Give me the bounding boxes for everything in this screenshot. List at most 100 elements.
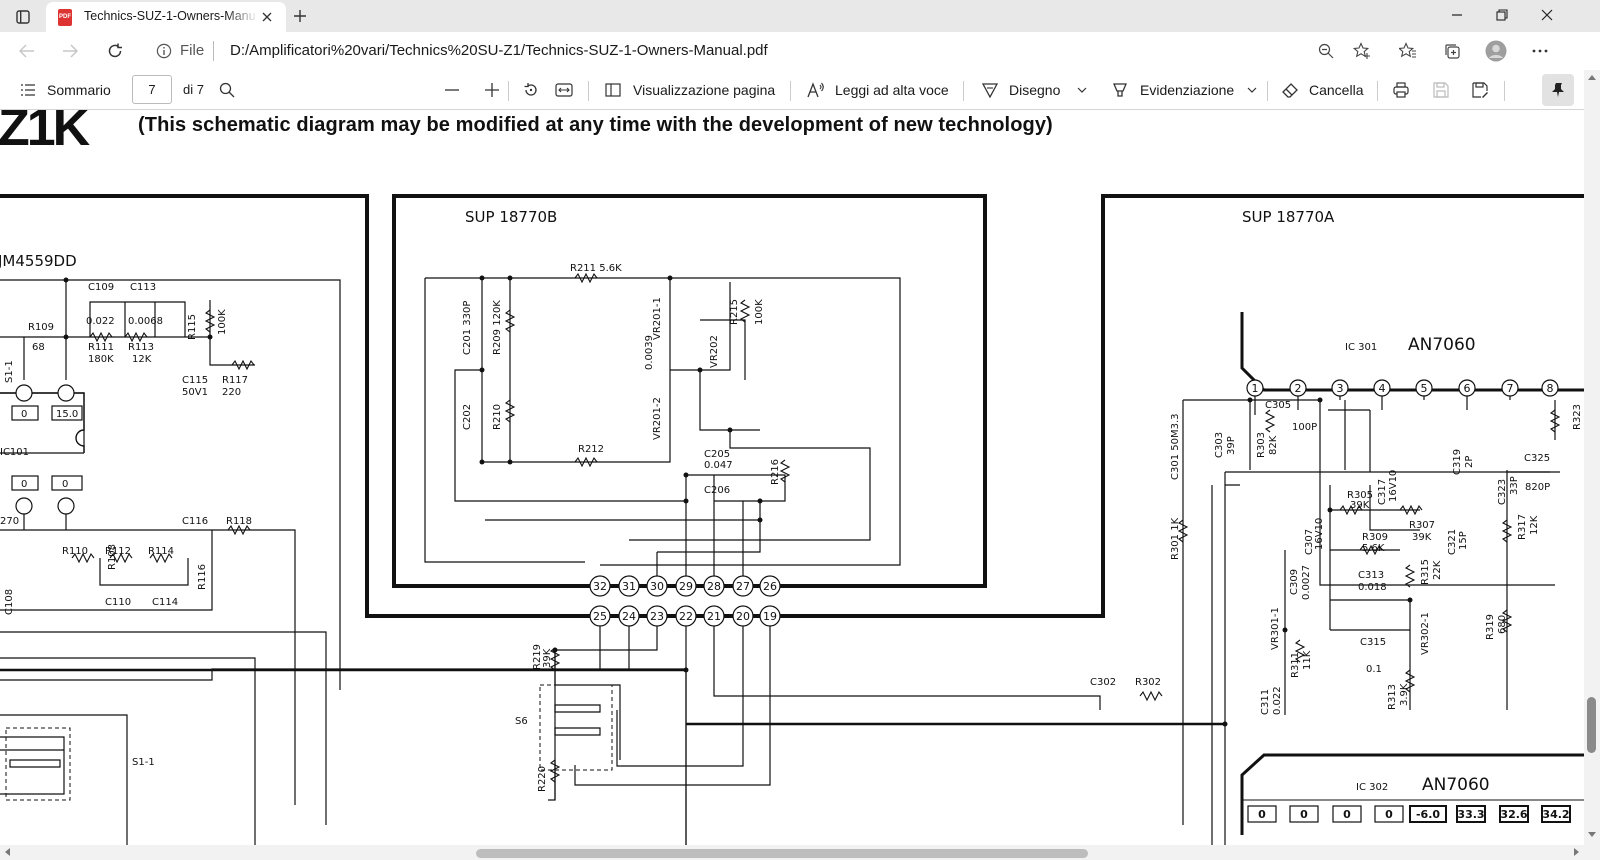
page-view-icon[interactable] <box>604 81 622 99</box>
minimize-icon[interactable] <box>1445 5 1469 25</box>
component-label: C113 <box>130 282 156 293</box>
save-icon[interactable] <box>1432 81 1450 99</box>
ic301-part: AN7060 <box>1408 335 1476 355</box>
info-icon[interactable] <box>155 42 173 60</box>
url-text[interactable]: D:/Amplificatori%20vari/Technics%20SU-Z1… <box>230 42 768 59</box>
tab-pdf[interactable]: PDF Technics-SUZ-1-Owners-Manual.pdf <box>46 2 286 32</box>
reload-icon[interactable] <box>104 40 126 62</box>
toolbar-divider <box>790 81 791 101</box>
new-tab-icon[interactable] <box>290 6 310 26</box>
close-tab-icon[interactable] <box>258 8 276 26</box>
eraser-icon[interactable] <box>1281 81 1299 99</box>
pin-icon[interactable] <box>1549 81 1567 99</box>
component-label: R215 <box>729 299 740 325</box>
component-label: R309 <box>1362 532 1388 543</box>
tab-strip: PDF Technics-SUZ-1-Owners-Manual.pdf <box>0 0 1600 32</box>
zoom-in-page-icon[interactable] <box>483 81 501 99</box>
highlight-button[interactable]: Evidenziazione <box>1140 82 1234 98</box>
component-label: 0.0027 <box>1301 565 1312 600</box>
component-label: 0 <box>21 409 27 420</box>
component-label: 0.0039 <box>644 335 655 370</box>
draw-icon[interactable] <box>981 81 999 99</box>
ic301-pin: 2 <box>1295 382 1302 395</box>
ic301-pin: 1 <box>1252 382 1259 395</box>
fit-width-icon[interactable] <box>554 81 574 99</box>
rotate-icon[interactable] <box>522 81 540 99</box>
component-label: 100K <box>217 309 228 335</box>
more-options-icon[interactable] <box>1529 41 1551 61</box>
component-label: C110 <box>105 597 131 608</box>
component-label: R115 <box>187 314 198 340</box>
component-label: 16V10 <box>1314 518 1325 550</box>
highlight-dropdown-chevron-down-icon[interactable] <box>1245 83 1259 97</box>
scroll-left-icon[interactable] <box>2 847 12 857</box>
add-favorite-icon[interactable] <box>1351 40 1373 62</box>
component-label: R118 <box>226 516 252 527</box>
back-icon[interactable] <box>16 41 38 61</box>
close-window-icon[interactable] <box>1535 5 1559 25</box>
left-ic-label: JM4559DD <box>0 252 77 270</box>
draw-dropdown-chevron-down-icon[interactable] <box>1075 83 1089 97</box>
component-label: S1-1 <box>4 360 15 383</box>
component-label: 0 <box>62 479 68 490</box>
horizontal-scrollbar-thumb[interactable] <box>476 849 1088 858</box>
read-aloud-icon[interactable] <box>806 81 826 99</box>
page-view-button[interactable]: Visualizzazione pagina <box>633 82 775 98</box>
read-aloud-button[interactable]: Leggi ad alta voce <box>835 82 949 98</box>
page-number-input[interactable]: 7 <box>132 75 172 104</box>
ic302-ref: IC 302 <box>1356 782 1388 793</box>
component-label: 2P <box>1464 456 1475 468</box>
component-label: R301 1K <box>1170 517 1181 560</box>
scroll-right-icon[interactable] <box>1572 847 1582 857</box>
component-label: S6 <box>515 716 528 727</box>
draw-button[interactable]: Disegno <box>1009 82 1060 98</box>
component-label: C109 <box>88 282 114 293</box>
find-icon[interactable] <box>218 81 236 99</box>
contents-icon[interactable] <box>19 82 37 98</box>
component-label: C115 <box>182 375 208 386</box>
highlight-icon[interactable] <box>1111 81 1129 99</box>
pin-label: 22 <box>679 610 693 623</box>
component-label: 0.018 <box>1358 582 1387 593</box>
component-label: 3.9K <box>1399 683 1410 706</box>
tab-actions-icon[interactable] <box>13 7 33 27</box>
component-label: R212 <box>578 444 604 455</box>
pdf-toolbar: Sommario 7 di 7 Visualizzazione pagina L… <box>0 70 1600 110</box>
address-bar-row: File D:/Amplificatori%20vari/Technics%20… <box>0 32 1600 70</box>
contents-button[interactable]: Sommario <box>47 82 111 98</box>
component-label: 15.0 <box>56 409 78 420</box>
forward-icon[interactable] <box>59 41 81 61</box>
vertical-scrollbar-thumb[interactable] <box>1587 697 1596 753</box>
favorites-icon[interactable] <box>1397 40 1419 62</box>
pin-label: 20 <box>736 610 750 623</box>
component-label: R111 <box>88 342 114 353</box>
ic302-value: 0 <box>1258 808 1266 821</box>
component-label: C315 <box>1360 637 1386 648</box>
component-label: 100K <box>754 299 765 325</box>
component-label: 5.6K <box>1362 543 1385 554</box>
component-label: R216 <box>770 459 781 485</box>
toolbar-divider <box>1377 81 1378 101</box>
collections-icon[interactable] <box>1441 40 1463 62</box>
profile-avatar-icon[interactable] <box>1484 39 1508 63</box>
ic302-value: 33.3 <box>1457 808 1484 821</box>
component-label: R114 <box>148 546 174 557</box>
scroll-up-icon[interactable] <box>1587 72 1597 82</box>
pdf-page-viewport[interactable]: Z1K (This schematic diagram may be modif… <box>0 110 1584 845</box>
print-icon[interactable] <box>1392 81 1410 99</box>
component-label: 16V10 <box>1388 470 1399 502</box>
zoom-out-icon[interactable] <box>1316 41 1336 61</box>
erase-button[interactable]: Cancella <box>1309 82 1363 98</box>
component-label: VR201-2 <box>652 397 663 440</box>
scroll-down-icon[interactable] <box>1587 830 1597 840</box>
component-label: C305 <box>1265 400 1291 411</box>
toolbar-divider <box>588 81 589 101</box>
restore-icon[interactable] <box>1490 5 1514 25</box>
component-label: 220 <box>222 387 241 398</box>
ic302-part: AN7060 <box>1422 775 1490 795</box>
component-label: R116 <box>197 564 208 590</box>
zoom-out-page-icon[interactable] <box>443 81 461 99</box>
toolbar-divider <box>508 81 509 101</box>
pin-label: 27 <box>736 580 750 593</box>
save-as-icon[interactable] <box>1471 81 1489 99</box>
